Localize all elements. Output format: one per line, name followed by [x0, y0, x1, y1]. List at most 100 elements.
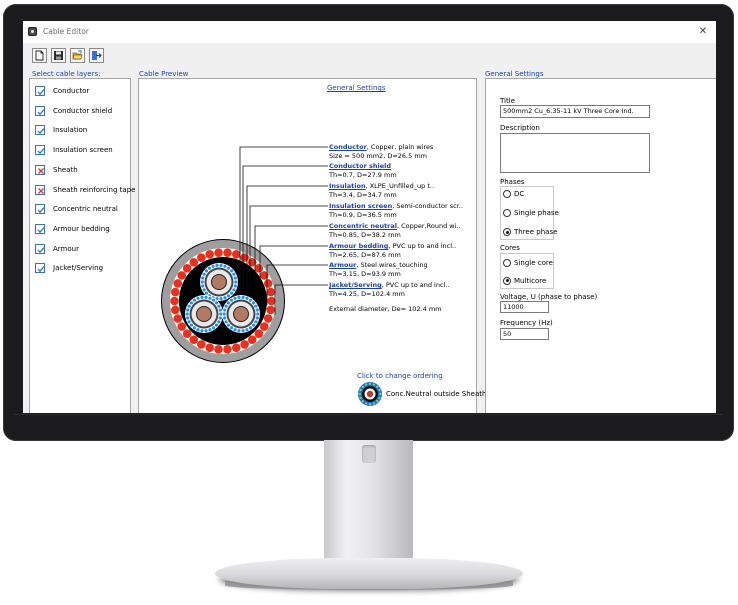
armour-wire — [240, 253, 249, 262]
radio-button[interactable] — [503, 228, 511, 236]
radio-button[interactable] — [503, 276, 511, 285]
cross-icon — [38, 187, 44, 194]
app-icon — [28, 27, 37, 36]
armour-wire — [205, 250, 215, 259]
legend-layer-name[interactable]: Conductor — [329, 143, 367, 151]
armour-wire — [263, 314, 273, 323]
legend-entry: Armour, Steel wires_touching — [329, 261, 428, 269]
legend-entry: Armour bedding, PVC up to and incl.. — [329, 242, 456, 250]
checkmark-icon — [37, 246, 45, 253]
layer-checkbox[interactable] — [35, 263, 45, 274]
legend-layer-material: , PVC up to and incl.. — [388, 242, 457, 250]
neutral-wire — [187, 320, 191, 324]
layer-checkbox[interactable] — [35, 105, 45, 116]
legend-layer-name[interactable]: Jacket/Serving — [329, 281, 382, 289]
open-folder-button[interactable] — [70, 48, 85, 63]
layer-checkbox[interactable] — [35, 223, 45, 234]
neutral-wire — [237, 295, 241, 299]
close-button[interactable]: ✕ — [696, 25, 710, 38]
radio-label: Single phase — [514, 209, 559, 217]
external-diameter: External diameter, De= 102.4 mm — [329, 305, 442, 313]
save-icon — [54, 51, 63, 60]
armour-wire — [197, 253, 206, 262]
layer-checkbox[interactable] — [35, 145, 45, 156]
neutral-wire — [189, 323, 194, 327]
layer-label: Jacket/Serving — [53, 264, 104, 273]
neutral-wire — [186, 316, 190, 320]
legend-entry: Insulation screen, Semi-conductor scr.. — [329, 202, 463, 210]
legend-layer-name[interactable]: Armour bedding — [329, 242, 388, 250]
legend-entry: Concentric neutral, Copper,Round wi.. — [329, 222, 461, 230]
description-input[interactable] — [500, 133, 650, 173]
neutral-wire — [223, 296, 227, 300]
layer-checkbox[interactable] — [35, 204, 45, 215]
radio-button[interactable] — [503, 259, 511, 267]
open-folder-icon — [72, 50, 83, 60]
neutral-wire — [217, 304, 221, 308]
radio-button[interactable] — [503, 209, 511, 217]
cable-drawing — [161, 239, 285, 363]
save-button[interactable] — [51, 48, 66, 63]
armour-wire — [177, 322, 187, 331]
layers-section-title: Select cable layers: — [32, 70, 101, 78]
layer-checkbox[interactable] — [35, 184, 45, 195]
radio-button[interactable] — [503, 190, 511, 198]
armour-wire — [205, 343, 215, 352]
neutral-wire — [229, 326, 234, 330]
legend-layer-name[interactable]: Conductor shield — [329, 162, 391, 170]
new-file-button[interactable] — [32, 48, 47, 63]
neutral-wire — [234, 280, 238, 284]
legend-layer-material: , XLPE_Unfilled_up t.. — [365, 182, 435, 190]
ordering-preview-icon[interactable] — [357, 381, 383, 407]
frequency-label: Frequency (Hz) — [500, 319, 553, 327]
title-bar: Cable Editor ✕ — [23, 21, 716, 43]
mini-neutral-wire — [378, 396, 381, 400]
neutral-wire — [224, 320, 228, 324]
armour-wire — [231, 343, 241, 352]
frequency-input[interactable]: 50 — [500, 328, 549, 340]
exit-button[interactable] — [89, 48, 104, 63]
layer-checkbox[interactable] — [35, 164, 45, 175]
armour-wire — [266, 305, 275, 315]
layers-panel: Conductor Conductor shield Insulation Insul… — [29, 78, 135, 413]
layer-label: Concentric neutral — [53, 205, 118, 214]
neutral-wire — [219, 263, 223, 267]
layer-checkbox[interactable] — [35, 125, 45, 136]
legend-layer-name[interactable]: Armour — [329, 261, 356, 269]
layer-checkbox[interactable] — [35, 86, 45, 96]
title-input[interactable]: 500mm2 Cu_6.35-11 kV Three Core Ind. — [500, 105, 650, 118]
armour-wire — [173, 314, 183, 323]
legend-dimensions: Th=0.7, D=27.9 mm — [329, 171, 397, 179]
window-title: Cable Editor — [43, 27, 89, 36]
armour-wire — [171, 305, 180, 315]
neutral-wire — [248, 298, 253, 302]
armour-wire — [182, 264, 192, 273]
neutral-wire — [251, 323, 256, 327]
neutral-wire — [223, 264, 227, 268]
legend-layer-name[interactable]: Insulation — [329, 182, 366, 190]
legend-layer-name[interactable]: Concentric neutral — [329, 222, 397, 230]
legend-dimensions: Th=2.65, D=87.6 mm — [329, 251, 401, 259]
checkmark-icon — [37, 227, 45, 234]
legend-layer-name[interactable]: Insulation screen — [329, 202, 392, 210]
neutral-wire — [211, 264, 215, 268]
neutral-wire — [211, 326, 216, 330]
neutral-wire — [232, 272, 236, 276]
legend-dimensions: Size = 500 mm2, D=26.5 mm — [329, 152, 427, 160]
mini-neutral-wire — [368, 382, 372, 385]
change-ordering-link[interactable]: Click to change ordering — [357, 372, 443, 380]
layer-checkbox[interactable] — [35, 243, 45, 254]
conductor-layer — [212, 275, 226, 289]
voltage-input[interactable]: 11000 — [500, 301, 549, 313]
layer-label: Sheath — [53, 165, 78, 174]
mini-neutral-wire — [359, 388, 362, 392]
settings-panel: Title 500mm2 Cu_6.35-11 kV Three Core In… — [485, 78, 716, 413]
cores-label: Cores — [500, 244, 520, 252]
armour-wire — [266, 287, 275, 297]
neutral-wire — [196, 328, 200, 332]
neutral-wire — [192, 326, 197, 330]
neutral-wire — [201, 284, 205, 288]
neutral-wire — [229, 269, 234, 273]
neutral-wire — [211, 298, 216, 302]
neutral-wire — [217, 320, 221, 324]
